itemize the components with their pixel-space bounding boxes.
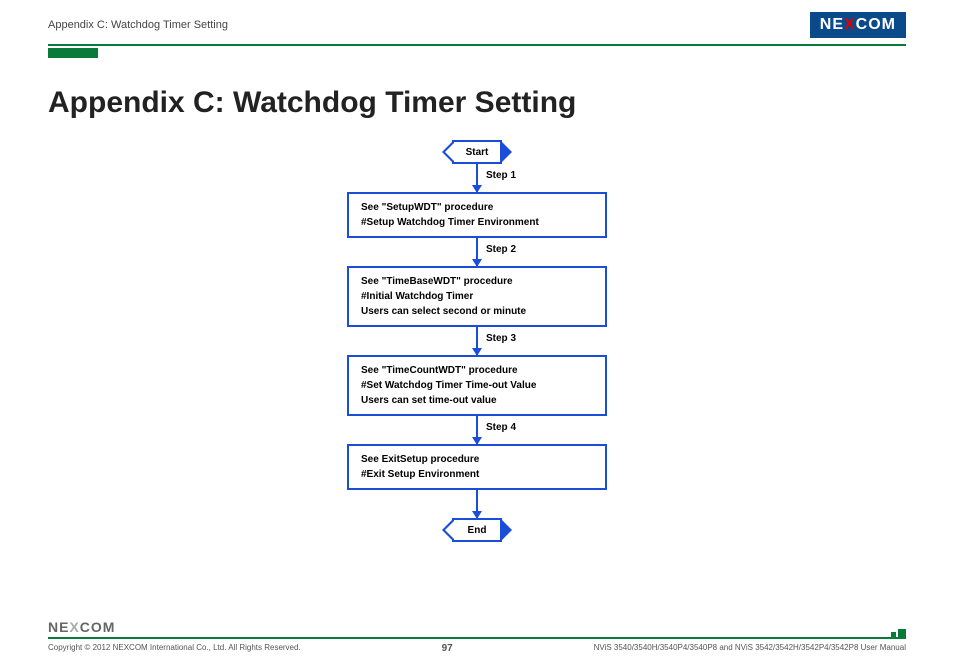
doc-title: NViS 3540/3540H/3540P4/3540P8 and NViS 3… <box>594 643 906 654</box>
flowchart-process: See "SetupWDT" procedure #Setup Watchdog … <box>347 192 607 238</box>
page-footer: NEXCOM Copyright © 2012 NEXCOM Internati… <box>0 619 954 672</box>
step-label: Step 3 <box>486 333 516 344</box>
page-number: 97 <box>442 643 453 654</box>
process-line: #Initial Watchdog Timer <box>361 291 473 302</box>
flowchart-start: Start <box>452 140 502 164</box>
breadcrumb: Appendix C: Watchdog Timer Setting <box>48 19 228 31</box>
process-line: See "SetupWDT" procedure <box>361 202 493 213</box>
page-title: Appendix C: Watchdog Timer Setting <box>48 86 906 120</box>
flowchart-process: See "TimeBaseWDT" procedure #Initial Watc… <box>347 266 607 327</box>
footer-logo: NEXCOM <box>48 619 906 635</box>
accent-bar <box>48 48 98 58</box>
step-label: Step 4 <box>486 422 516 433</box>
process-line: See "TimeBaseWDT" procedure <box>361 276 513 287</box>
process-line: Users can set time-out value <box>361 395 497 406</box>
process-line: Users can select second or minute <box>361 306 526 317</box>
process-line: See "TimeCountWDT" procedure <box>361 365 518 376</box>
process-line: See ExitSetup procedure <box>361 454 479 465</box>
flowchart-connector <box>476 490 478 518</box>
page-header: Appendix C: Watchdog Timer Setting NEXCO… <box>0 0 954 44</box>
flowchart-connector: Step 3 <box>476 327 478 355</box>
copyright: Copyright © 2012 NEXCOM International Co… <box>48 643 301 654</box>
step-label: Step 2 <box>486 244 516 255</box>
process-line: #Exit Setup Environment <box>361 469 479 480</box>
flowchart-end: End <box>452 518 502 542</box>
step-label: Step 1 <box>486 170 516 181</box>
flowchart-connector: Step 4 <box>476 416 478 444</box>
footer-rule <box>48 637 906 639</box>
flowchart-connector: Step 2 <box>476 238 478 266</box>
process-line: #Set Watchdog Timer Time-out Value <box>361 380 536 391</box>
nexcom-logo: NEXCOM <box>810 12 906 38</box>
header-rule <box>48 44 906 46</box>
flowchart: Start Step 1 See "SetupWDT" procedure #Set… <box>317 140 637 542</box>
process-line: #Setup Watchdog Timer Environment <box>361 217 539 228</box>
flowchart-process: See "TimeCountWDT" procedure #Set Watchdo… <box>347 355 607 416</box>
flowchart-process: See ExitSetup procedure #Exit Setup Envir… <box>347 444 607 490</box>
flowchart-connector: Step 1 <box>476 164 478 192</box>
